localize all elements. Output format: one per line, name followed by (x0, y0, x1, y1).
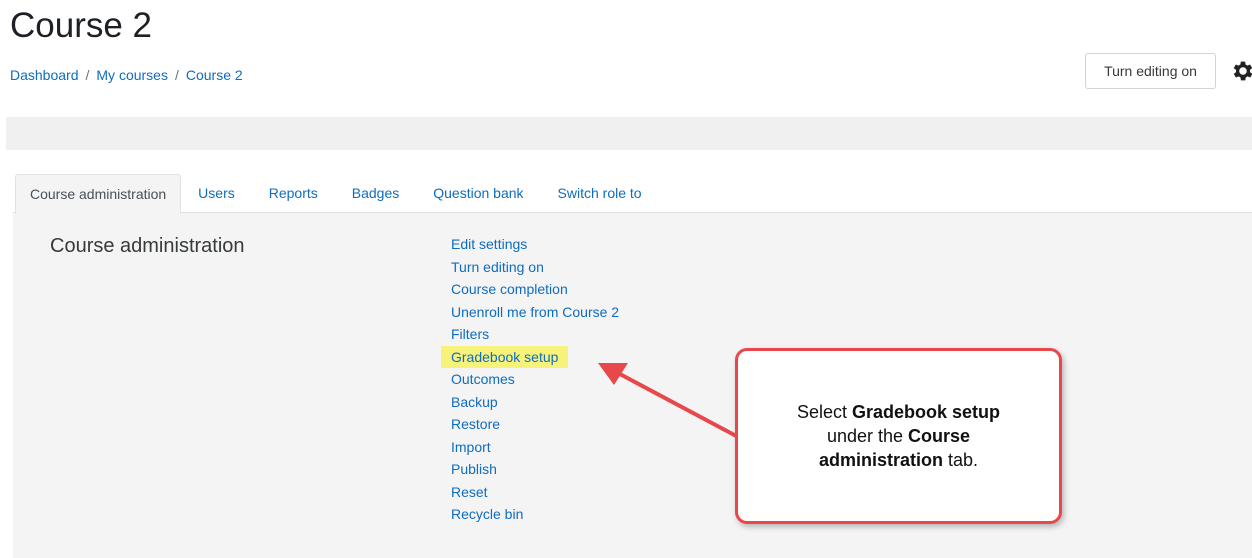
link-gradebook-setup[interactable]: Gradebook setup (441, 345, 569, 368)
link-course-completion[interactable]: Course completion (441, 278, 578, 300)
link-edit-settings[interactable]: Edit settings (441, 233, 537, 255)
page-title: Course 2 (10, 6, 153, 45)
list-item: Course completion (441, 278, 629, 301)
breadcrumb-separator: / (85, 67, 90, 83)
link-publish[interactable]: Publish (441, 458, 507, 480)
breadcrumb-separator: / (174, 67, 179, 83)
callout-text-part: under the (826, 426, 909, 446)
link-restore[interactable]: Restore (441, 413, 510, 435)
list-item: Recycle bin (441, 503, 629, 526)
breadcrumb-course[interactable]: Course 2 (186, 67, 243, 83)
link-unenroll[interactable]: Unenroll me from Course 2 (441, 301, 629, 323)
tab-question-bank[interactable]: Question bank (416, 174, 540, 213)
list-item: Publish (441, 458, 629, 481)
callout-text-part: tab. (942, 450, 979, 470)
link-import[interactable]: Import (441, 436, 501, 458)
link-reset[interactable]: Reset (441, 481, 498, 503)
link-turn-editing-on[interactable]: Turn editing on (441, 256, 554, 278)
callout-arrow (598, 363, 742, 440)
navbar-strip (6, 117, 1252, 150)
tab-badges[interactable]: Badges (335, 174, 416, 213)
tab-list: Course administration Users Reports Badg… (15, 174, 659, 214)
gear-icon[interactable] (1230, 58, 1252, 84)
turn-editing-on-button[interactable]: Turn editing on (1085, 53, 1216, 89)
list-item: Filters (441, 323, 629, 346)
instruction-callout: Select Gradebook setup under the Course … (735, 348, 1062, 524)
callout-text-bold: Gradebook setup (852, 402, 1001, 422)
tab-reports[interactable]: Reports (252, 174, 335, 213)
callout-text-part: Select (796, 402, 852, 422)
list-item: Unenroll me from Course 2 (441, 301, 629, 324)
breadcrumb-dashboard[interactable]: Dashboard (10, 67, 79, 83)
breadcrumb-my-courses[interactable]: My courses (96, 67, 168, 83)
list-item: Reset (441, 481, 629, 504)
list-item: Edit settings (441, 233, 629, 256)
link-recycle-bin[interactable]: Recycle bin (441, 503, 533, 525)
breadcrumb: Dashboard / My courses / Course 2 (10, 67, 243, 83)
link-outcomes[interactable]: Outcomes (441, 368, 525, 390)
section-heading: Course administration (50, 235, 245, 257)
callout-text: Select Gradebook setup under the Course … (779, 400, 1019, 472)
link-filters[interactable]: Filters (441, 323, 499, 345)
tab-users[interactable]: Users (181, 174, 252, 213)
tab-course-administration[interactable]: Course administration (15, 174, 182, 214)
tab-switch-role-to[interactable]: Switch role to (541, 174, 659, 213)
link-backup[interactable]: Backup (441, 391, 508, 413)
list-item: Turn editing on (441, 256, 629, 279)
